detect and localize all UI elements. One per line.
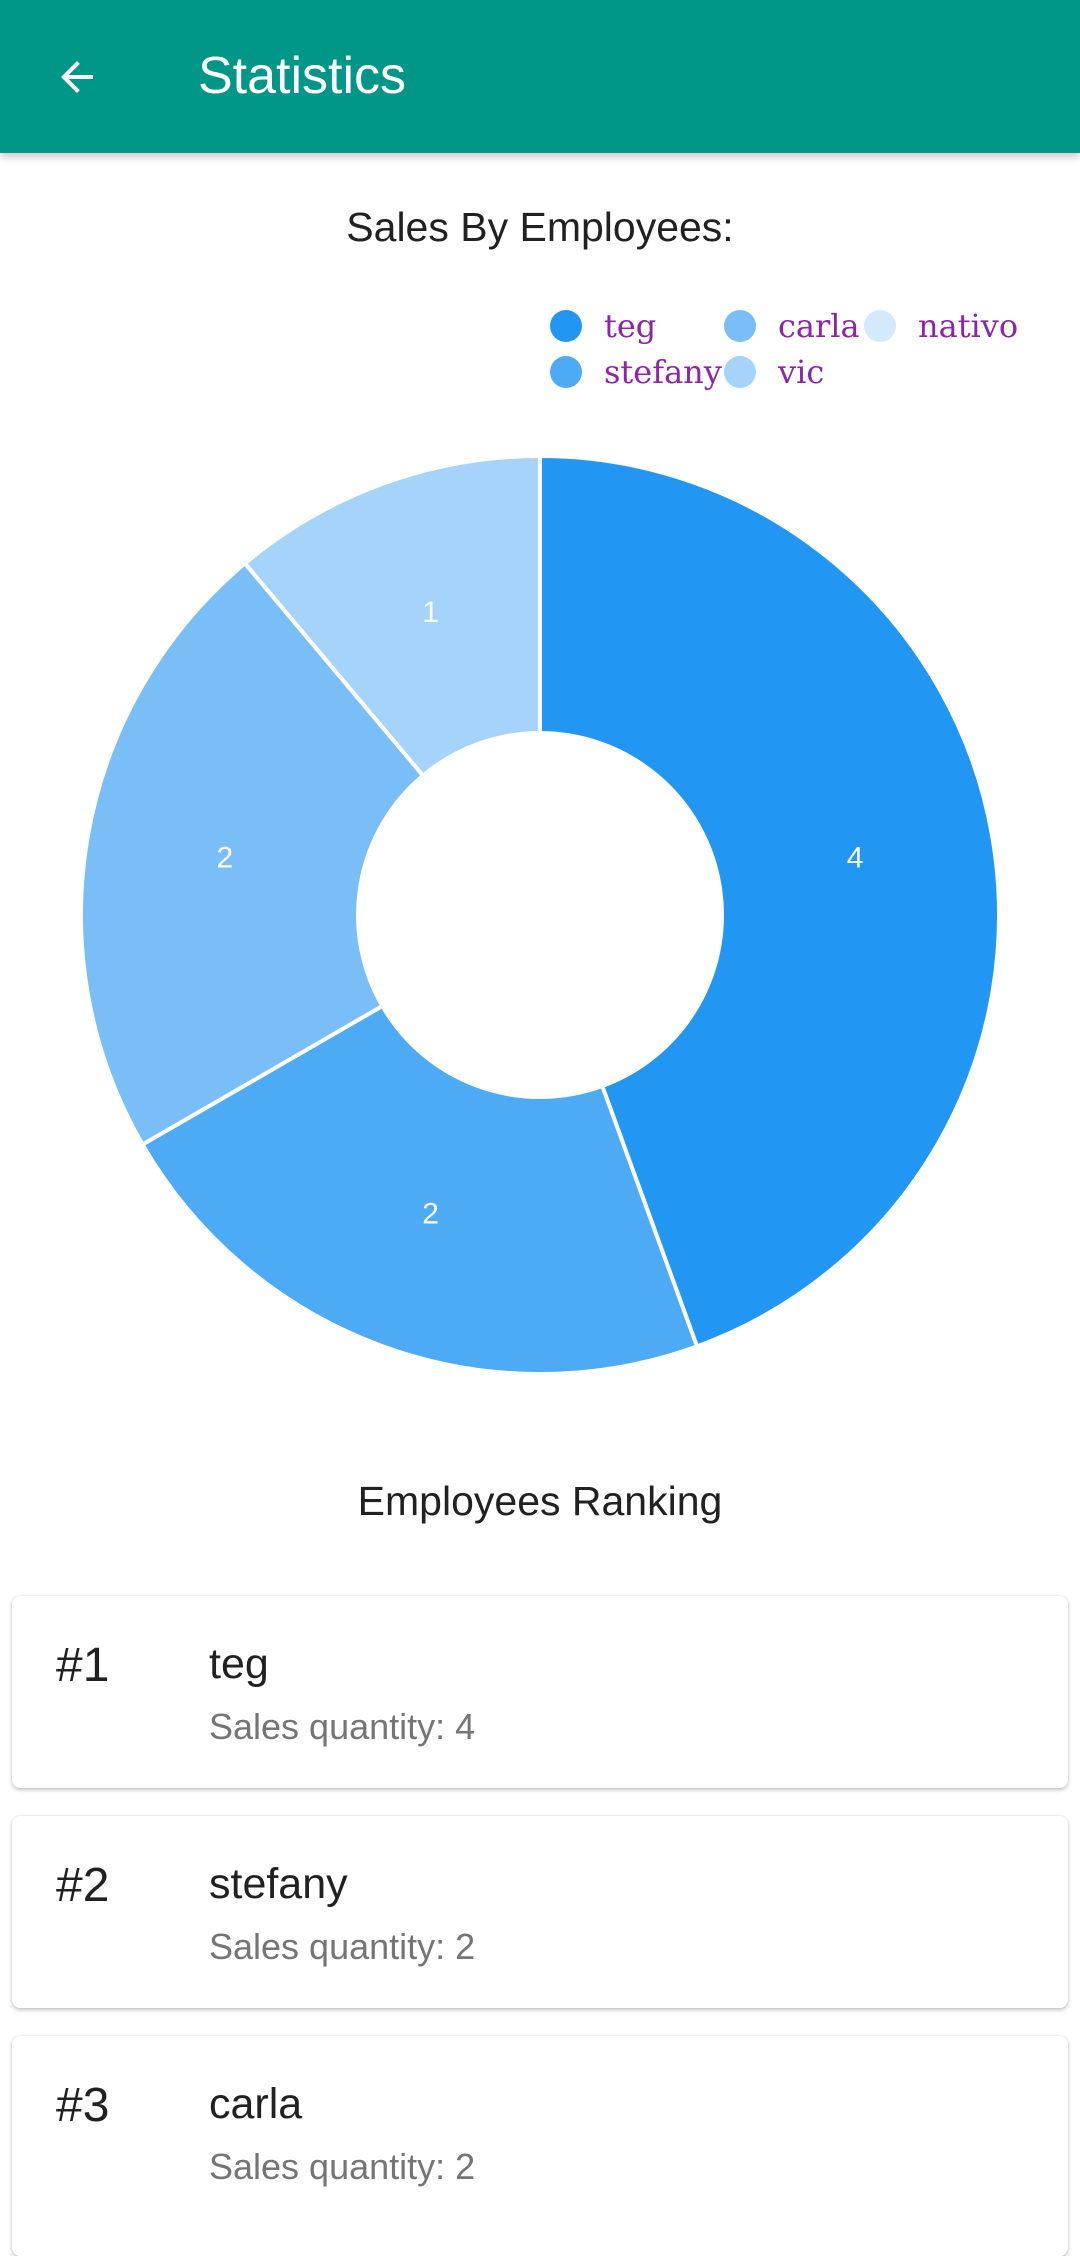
employee-name: stefany (209, 1860, 348, 1908)
sales-quantity: Sales quantity: 2 (209, 2146, 476, 2187)
sales-quantity: Sales quantity: 2 (209, 1926, 476, 1967)
legend-item-vic[interactable]: vic (724, 353, 824, 391)
back-button[interactable] (36, 36, 118, 118)
legend-dot (724, 356, 756, 388)
ranking-title: Employees Ranking (357, 1478, 723, 1524)
legend-label: nativo (918, 307, 1019, 345)
employee-name: carla (209, 2080, 303, 2128)
slice-value-label: 4 (847, 841, 864, 874)
legend-item-teg[interactable]: teg (550, 307, 656, 345)
ranking-card-3[interactable]: #3 carla Sales quantity: 2 (12, 2036, 1068, 2256)
rank-number: #1 (56, 1639, 110, 1692)
arrow-back-icon (61, 61, 93, 93)
rank-number: #2 (56, 1859, 110, 1912)
ranking-card-2[interactable]: #2 stefany Sales quantity: 2 (12, 1816, 1068, 2008)
legend-label: stefany (604, 353, 722, 391)
employee-name: teg (209, 1640, 269, 1688)
legend-dot (864, 310, 896, 342)
legend-label: carla (778, 307, 860, 345)
ranking-card-1[interactable]: #1 teg Sales quantity: 4 (12, 1596, 1068, 1788)
slice-value-label: 2 (217, 841, 234, 874)
rank-number: #3 (56, 2079, 110, 2132)
legend-item-carla[interactable]: carla (724, 307, 860, 345)
donut-chart: 4 2 2 1 (79, 453, 1001, 1376)
page-title: Statistics (198, 47, 407, 105)
legend-label: vic (778, 353, 825, 391)
legend-item-stefany[interactable]: stefany (550, 353, 722, 391)
legend-dot (550, 356, 582, 388)
slice-value-label: 2 (422, 1198, 439, 1231)
sales-quantity: Sales quantity: 4 (209, 1706, 476, 1747)
legend-item-nativo[interactable]: nativo (864, 307, 1018, 345)
legend-label: teg (604, 307, 657, 345)
legend-dot (724, 310, 756, 342)
slice-value-label: 1 (422, 596, 439, 629)
chart-title: Sales By Employees: (346, 204, 734, 250)
app-bar: Statistics (0, 0, 1080, 153)
legend-dot (550, 310, 582, 342)
